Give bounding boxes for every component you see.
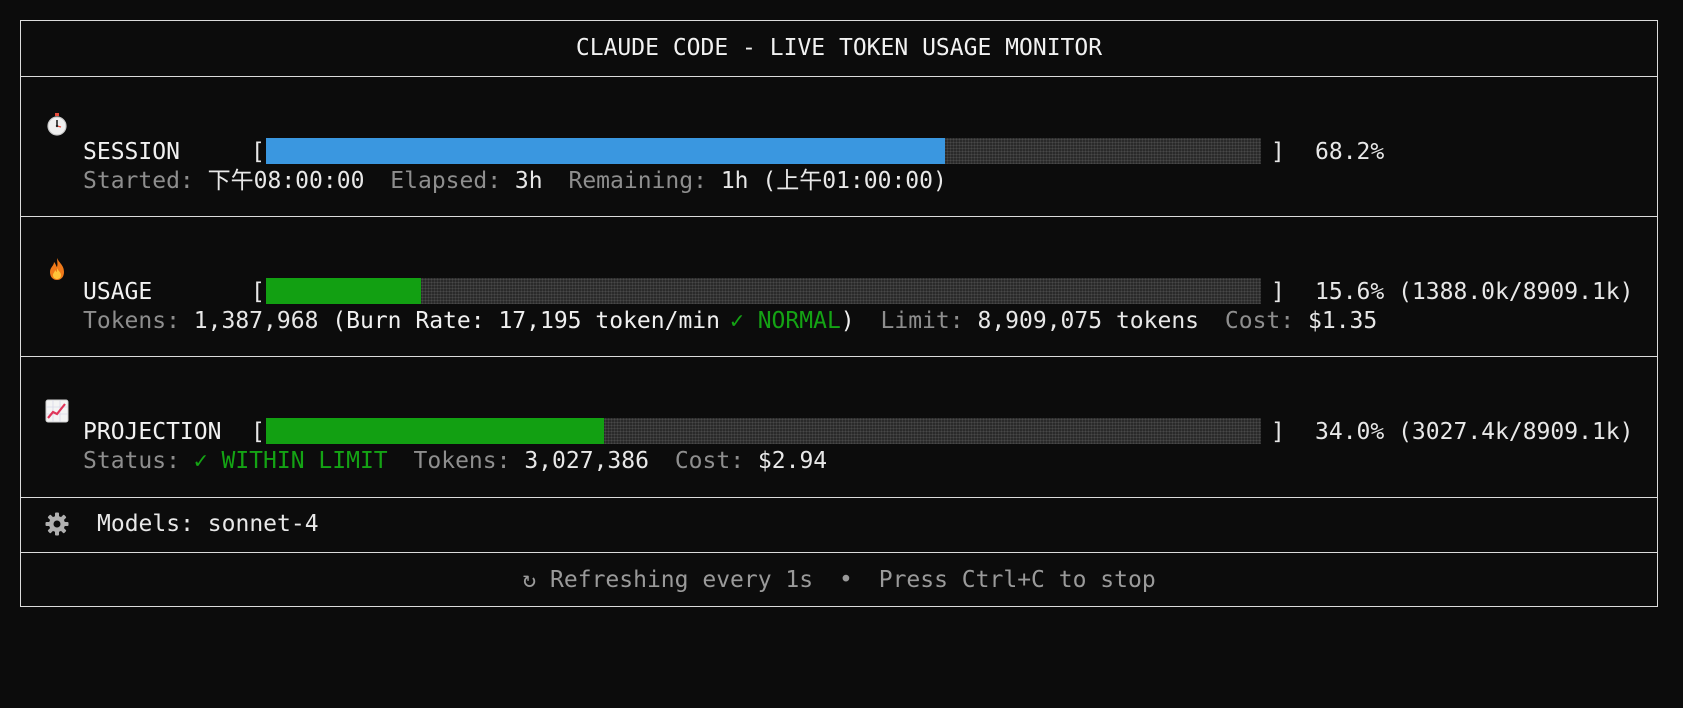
- fire-icon: [45, 257, 69, 281]
- usage-label: USAGE: [83, 279, 153, 305]
- bar-open-bracket: [: [251, 279, 265, 305]
- bar-open-bracket: [: [251, 139, 265, 165]
- models-text: Models: sonnet-4: [97, 511, 319, 537]
- divider: [21, 216, 1657, 217]
- burn-rate-close: ): [840, 308, 855, 334]
- elapsed-value: 3h: [514, 168, 543, 194]
- status-value: ✓ WITHIN LIMIT: [193, 448, 388, 474]
- refresh-icon: ↻: [522, 567, 537, 593]
- elapsed-label: Elapsed:: [390, 168, 502, 194]
- projection-progress-fill: [266, 418, 605, 444]
- tokens-value: 1,387,968: [193, 308, 319, 334]
- usage-progress-bar: [266, 278, 1261, 304]
- bar-close-bracket: ]: [1271, 279, 1285, 305]
- session-details: Started: 下午08:00:00 Elapsed: 3h Remainin…: [83, 166, 947, 196]
- bar-close-bracket: ]: [1271, 139, 1285, 165]
- session-percent: 68.2%: [1315, 139, 1385, 165]
- status-label: Status:: [83, 448, 180, 474]
- refresh-text: Refreshing every 1s: [550, 567, 814, 593]
- projection-label: PROJECTION: [83, 419, 222, 445]
- monitor-frame: CLAUDE CODE - LIVE TOKEN USAGE MONITOR S…: [20, 20, 1658, 607]
- stopwatch-icon: [45, 112, 69, 136]
- divider: [21, 356, 1657, 357]
- cost-value: $1.35: [1308, 308, 1378, 334]
- limit-value: 8,909,075 tokens: [977, 308, 1200, 334]
- gear-icon: [45, 512, 69, 536]
- remaining-value: 1h (上午01:00:00): [720, 168, 947, 194]
- started-label: Started:: [83, 168, 194, 194]
- usage-percent: 15.6% (1388.0k/8909.1k): [1315, 279, 1634, 305]
- tokens-label: Tokens:: [83, 308, 180, 334]
- divider: [21, 497, 1657, 498]
- limit-label: Limit:: [880, 308, 964, 334]
- usage-details: Tokens: 1,387,968 (Burn Rate: 17,195 tok…: [83, 306, 1377, 336]
- projection-details: Status: ✓ WITHIN LIMIT Tokens: 3,027,386…: [83, 446, 827, 476]
- session-progress-fill: [266, 138, 945, 164]
- started-value: 下午08:00:00: [207, 168, 365, 194]
- chart-increasing-icon: [45, 399, 69, 423]
- session-label: SESSION: [83, 139, 180, 165]
- projection-tokens-value: 3,027,386: [524, 448, 649, 474]
- remaining-label: Remaining:: [568, 168, 707, 194]
- burn-status: ✓ NORMAL: [730, 308, 841, 334]
- projection-tokens-label: Tokens:: [413, 448, 511, 474]
- monitor-title: CLAUDE CODE - LIVE TOKEN USAGE MONITOR: [575, 35, 1103, 61]
- projection-progress-bar: [266, 418, 1261, 444]
- projection-cost-value: $2.94: [757, 448, 828, 474]
- stop-hint: Press Ctrl+C to stop: [878, 567, 1156, 593]
- session-progress-bar: [266, 138, 1261, 164]
- cost-label: Cost:: [1224, 308, 1295, 334]
- footer-status: ↻ Refreshing every 1s • Press Ctrl+C to …: [21, 565, 1657, 595]
- divider: [21, 552, 1657, 553]
- bar-open-bracket: [: [251, 419, 265, 445]
- burn-rate-text: (Burn Rate: 17,195 token/min: [332, 308, 721, 334]
- projection-cost-label: Cost:: [674, 448, 745, 474]
- separator-dot: •: [839, 567, 853, 593]
- bar-close-bracket: ]: [1271, 419, 1285, 445]
- usage-progress-fill: [266, 278, 422, 304]
- projection-percent: 34.0% (3027.4k/8909.1k): [1315, 419, 1634, 445]
- divider: [21, 76, 1657, 77]
